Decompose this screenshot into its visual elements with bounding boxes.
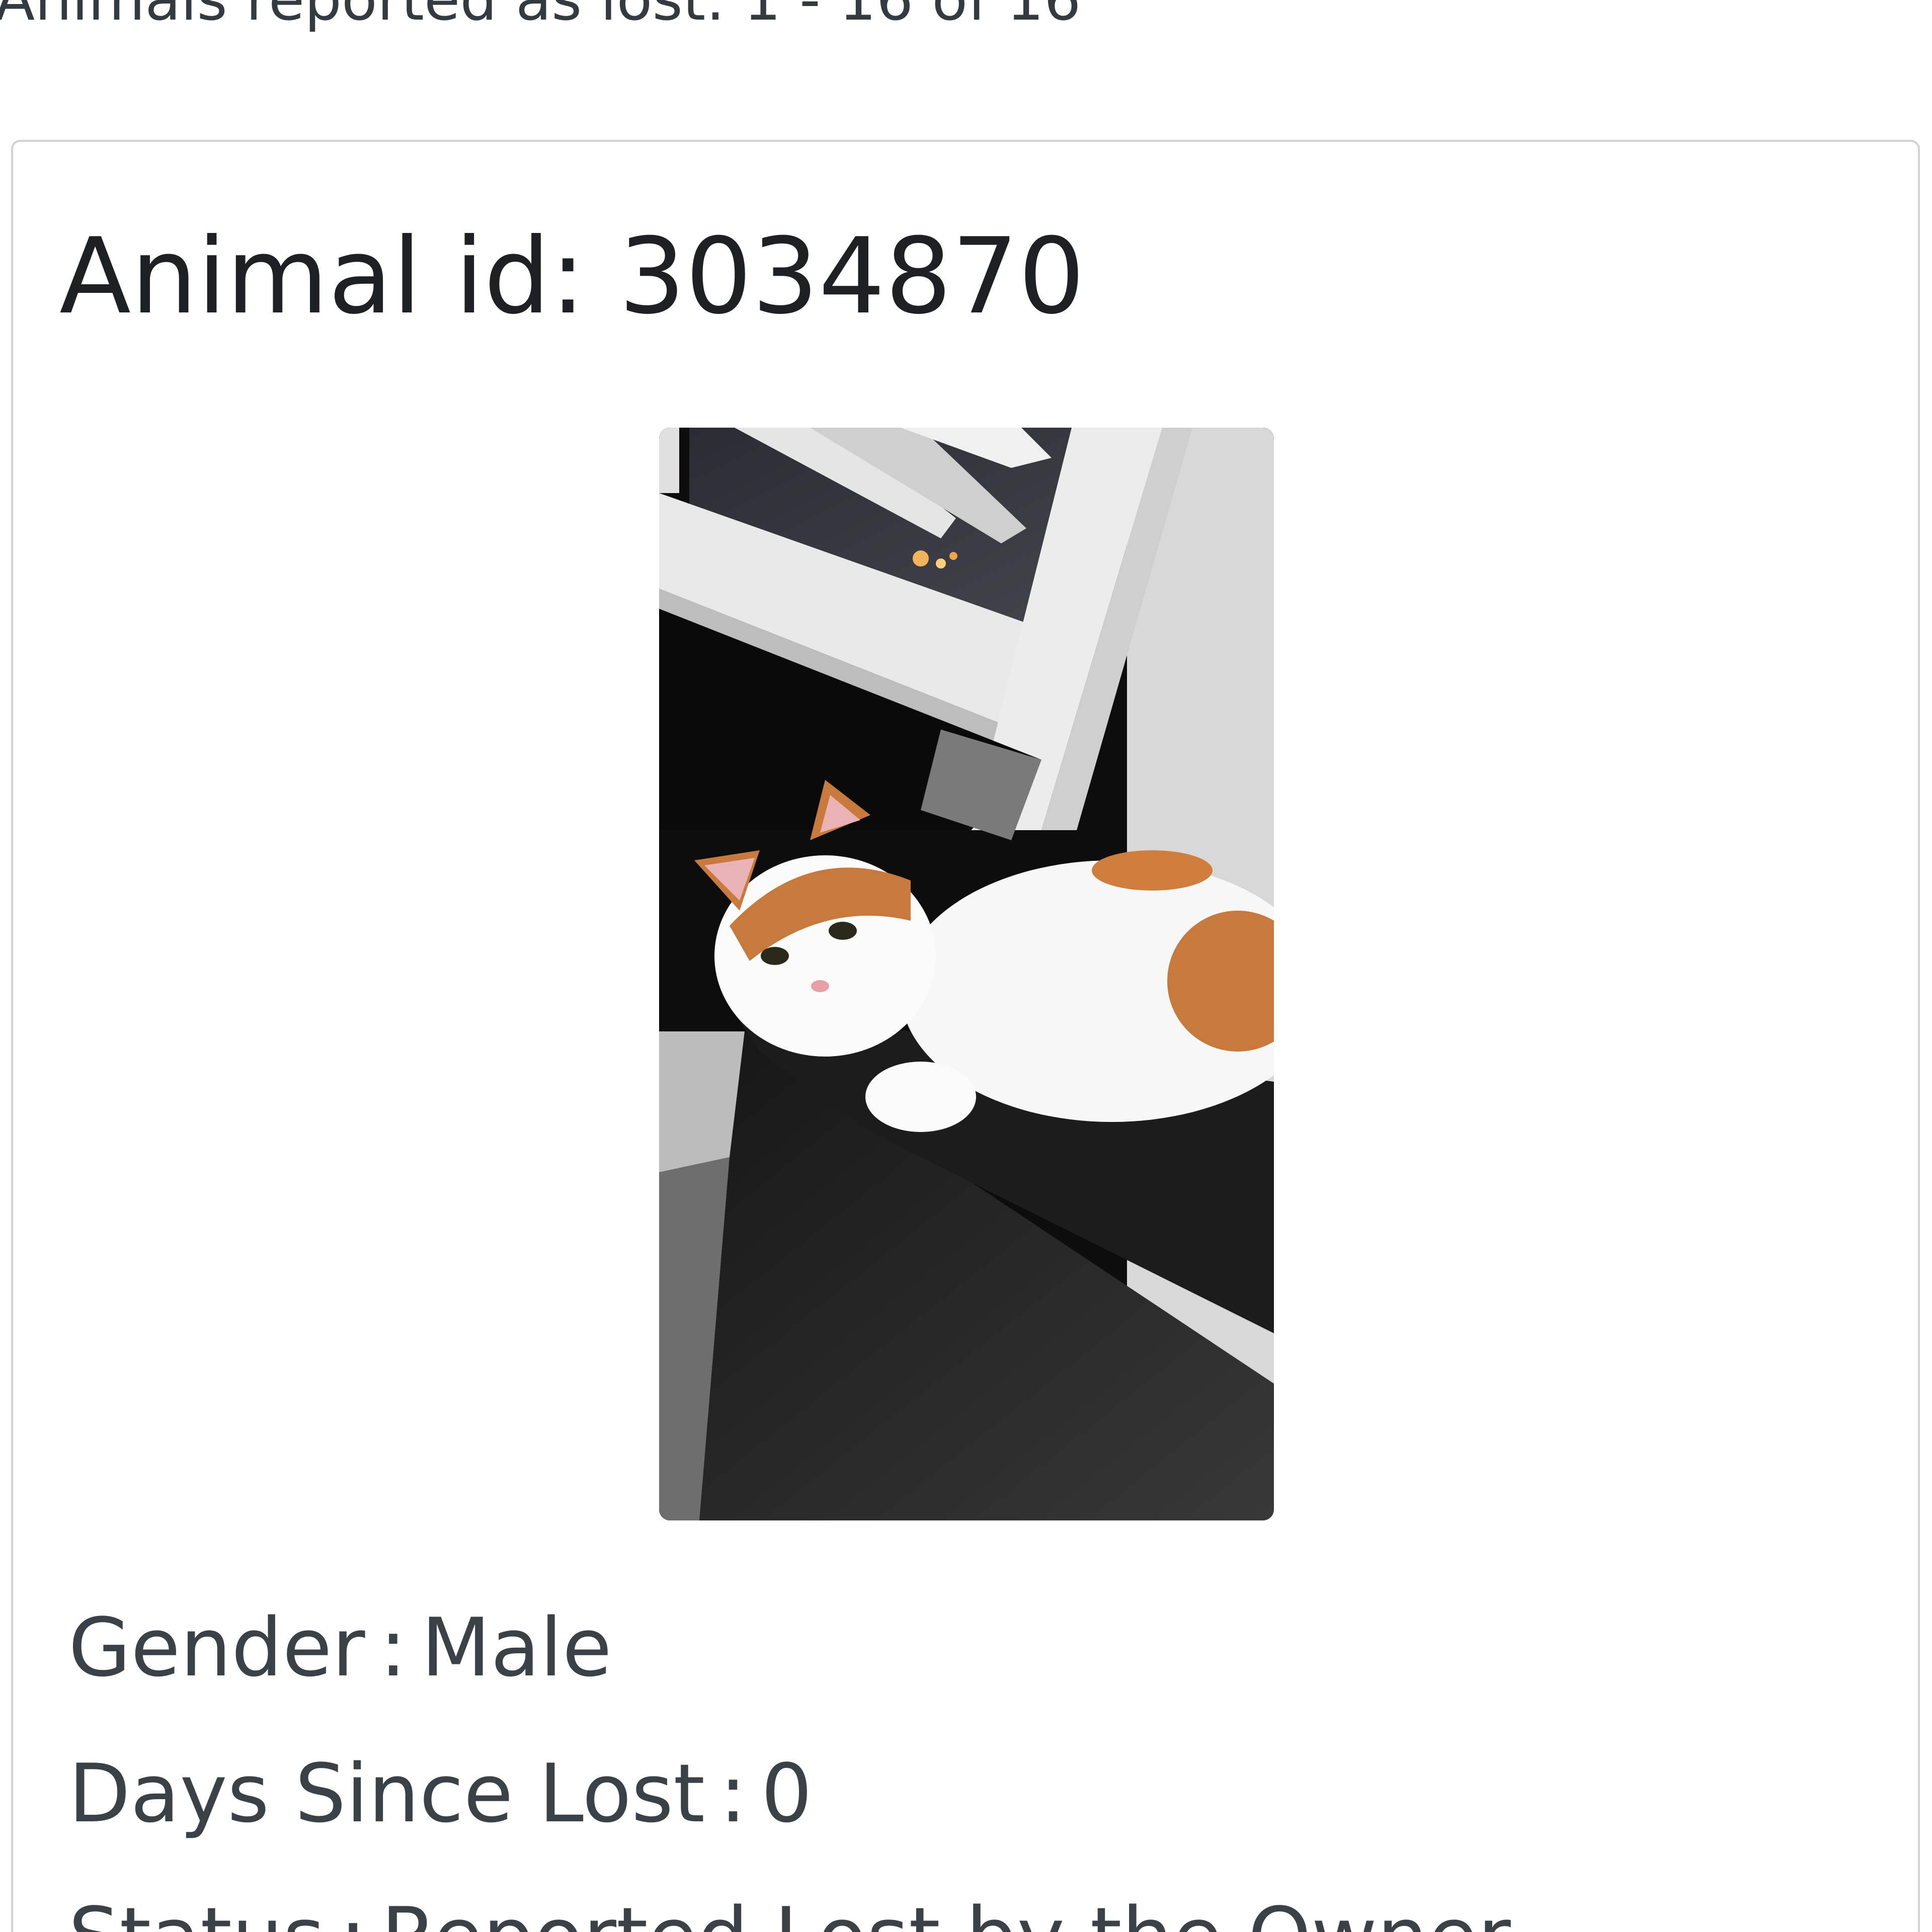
status-field: Status:Reported Lost by the Owner bbox=[68, 1887, 1511, 1932]
days-since-lost-label: Days Since Lost bbox=[68, 1746, 705, 1840]
status-label: Status bbox=[68, 1890, 325, 1932]
gender-value: Male bbox=[421, 1600, 612, 1695]
days-since-lost-field: Days Since Lost:0 bbox=[68, 1743, 812, 1844]
gender-separator: : bbox=[379, 1600, 407, 1695]
animal-id-value: 3034870 bbox=[618, 216, 1085, 338]
gender-label: Gender bbox=[68, 1600, 365, 1695]
days-since-lost-value: 0 bbox=[761, 1746, 813, 1840]
animal-id-label: Animal id: bbox=[59, 216, 586, 338]
animal-card-title: Animal id: 3034870 bbox=[59, 211, 1085, 342]
status-separator: : bbox=[325, 1890, 381, 1932]
animal-photo[interactable] bbox=[659, 428, 1274, 1520]
days-since-lost-separator: : bbox=[719, 1746, 747, 1840]
gender-field: Gender: Male bbox=[68, 1597, 612, 1698]
results-summary: Animals reported as lost: 1 - 16 of 16 bbox=[0, 0, 1081, 40]
cat-photo-icon bbox=[659, 428, 1274, 1520]
status-value: Reported Lost by the Owner bbox=[381, 1890, 1510, 1932]
